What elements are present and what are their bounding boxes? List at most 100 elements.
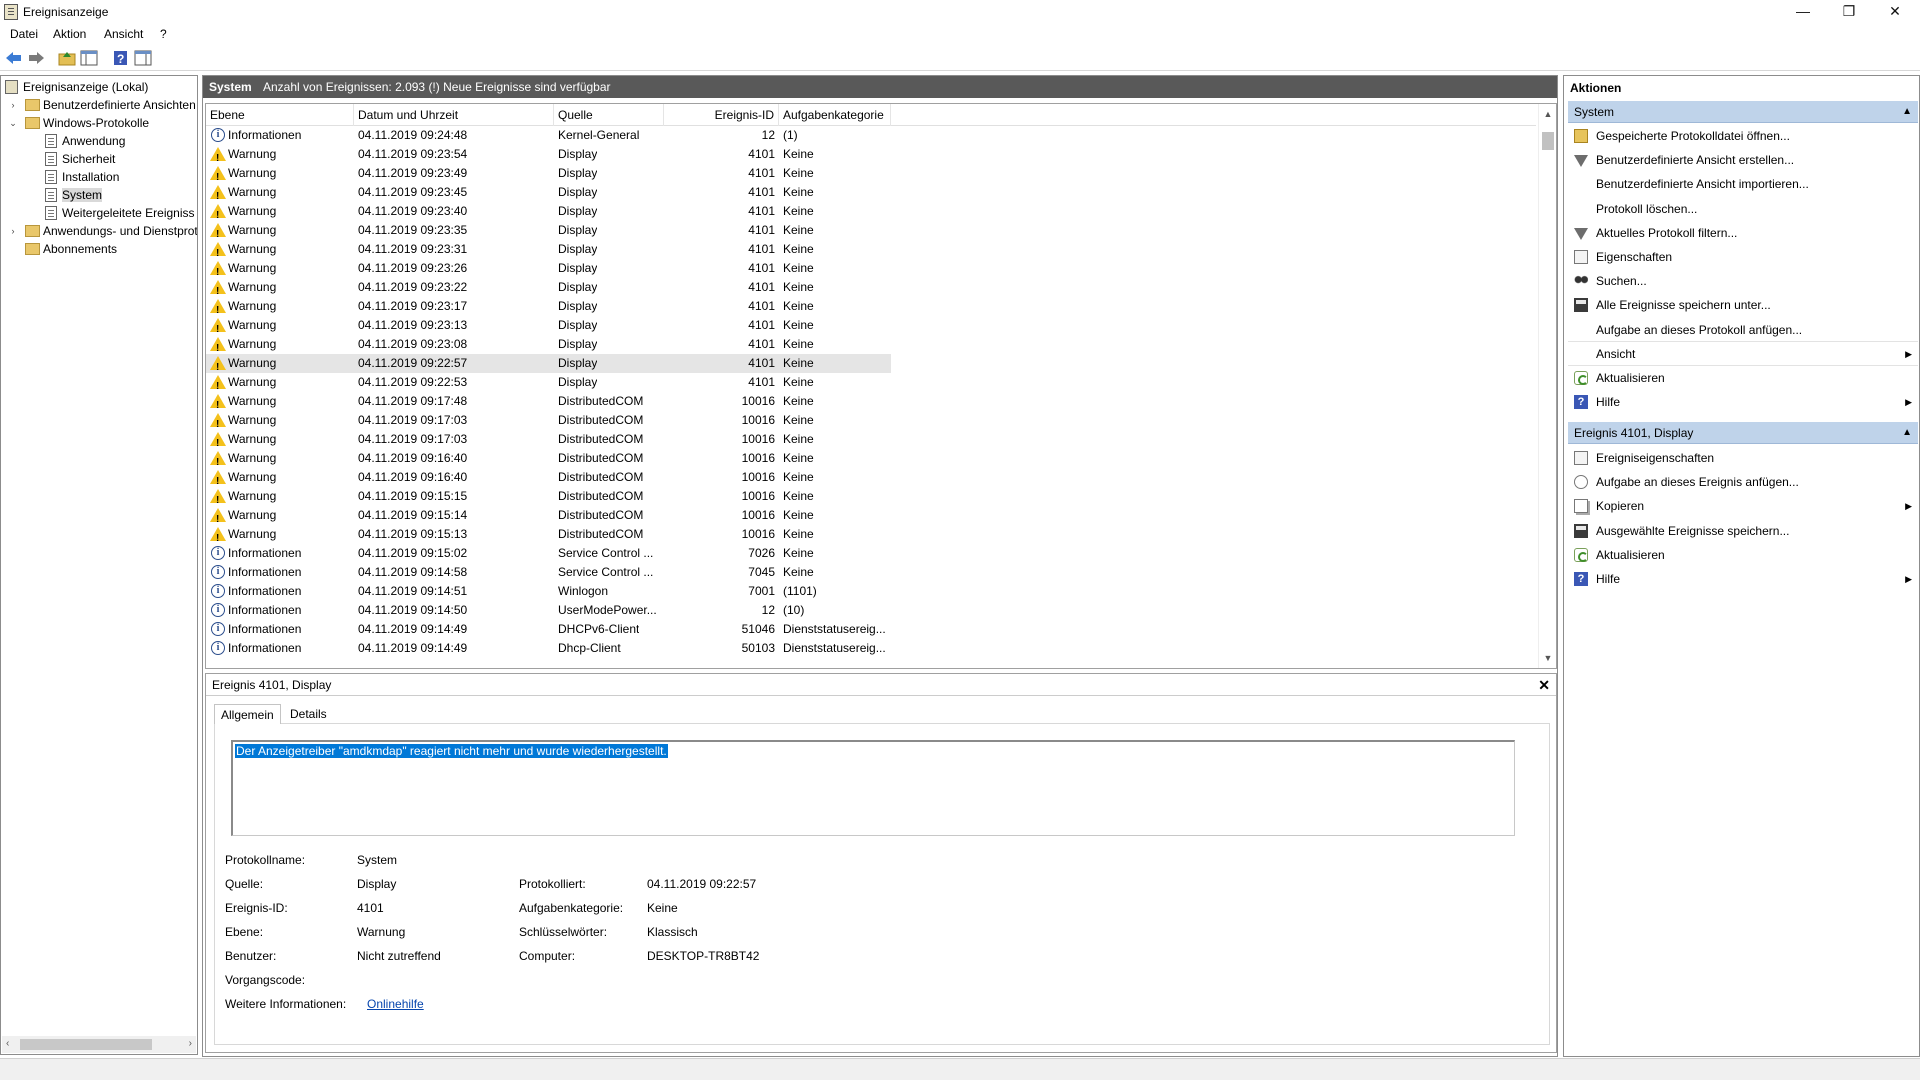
action-item[interactable]: ? Hilfe ▶ <box>1568 567 1918 591</box>
tab-general[interactable]: Allgemein <box>214 704 281 724</box>
action-item[interactable]: Aufgabe an dieses Ereignis anfügen... <box>1568 470 1918 494</box>
event-date: 04.11.2019 09:15:02 <box>358 546 468 560</box>
actions-section-system[interactable]: System ▲ <box>1568 101 1918 123</box>
scroll-left-icon[interactable]: ‹ <box>6 1038 9 1049</box>
action-item[interactable]: Alle Ereignisse speichern unter... <box>1568 293 1918 317</box>
event-row[interactable]: Warnung 04.11.2019 09:23:13 Display 4101 Kei… <box>206 316 891 339</box>
vertical-scrollbar[interactable]: ▲ ▼ <box>1538 104 1556 668</box>
tree-log-system[interactable]: System <box>45 186 103 204</box>
action-item[interactable]: ? Hilfe ▶ <box>1568 390 1918 414</box>
event-task-category: Keine <box>783 508 814 522</box>
collapse-arrow-icon[interactable]: ⌄ <box>8 114 18 132</box>
expand-arrow-icon[interactable]: › <box>8 96 18 114</box>
horizontal-scrollbar[interactable]: ‹ › <box>2 1036 196 1053</box>
action-item[interactable]: Kopieren ▶ <box>1568 494 1918 518</box>
tree-root[interactable]: Ereignisanzeige (Lokal) <box>5 78 148 96</box>
event-row[interactable]: Warnung 04.11.2019 09:23:54 Display 4101 Kei… <box>206 145 891 168</box>
close-button[interactable]: ✕ <box>1872 0 1918 24</box>
event-row[interactable]: i Informationen 04.11.2019 09:15:02 Service… <box>206 544 891 563</box>
event-row[interactable]: Warnung 04.11.2019 09:17:03 DistributedCOM… <box>206 430 891 453</box>
action-item[interactable]: Ausgewählte Ereignisse speichern... <box>1568 519 1918 543</box>
menu-help[interactable]: ? <box>160 27 167 41</box>
show-hide-action-pane-icon[interactable] <box>134 50 152 66</box>
event-row[interactable]: Warnung 04.11.2019 09:15:13 DistributedCOM… <box>206 525 891 548</box>
column-header-event-id[interactable]: Ereignis-ID <box>664 104 779 126</box>
tree-log-sicherheit[interactable]: Sicherheit <box>45 150 115 168</box>
scroll-up-icon[interactable]: ▲ <box>1542 108 1554 120</box>
up-folder-icon[interactable] <box>58 50 76 66</box>
tab-details[interactable]: Details <box>284 704 333 724</box>
scrollbar-thumb[interactable] <box>1542 132 1554 150</box>
collapse-up-icon[interactable]: ▲ <box>1902 422 1912 444</box>
scroll-down-icon[interactable]: ▼ <box>1542 652 1554 664</box>
scroll-right-icon[interactable]: › <box>189 1038 192 1049</box>
menu-datei[interactable]: Datei <box>10 27 38 41</box>
action-item[interactable]: Eigenschaften <box>1568 245 1918 269</box>
column-header-date[interactable]: Datum und Uhrzeit <box>354 104 554 126</box>
tree-windows-logs[interactable]: Windows-Protokolle <box>25 114 149 132</box>
field-value-computer: DESKTOP-TR8BT42 <box>647 949 760 963</box>
menu-ansicht[interactable]: Ansicht <box>104 27 143 41</box>
folder-icon <box>25 99 40 111</box>
action-item[interactable]: Benutzerdefinierte Ansicht erstellen... <box>1568 148 1918 172</box>
column-header-source[interactable]: Quelle <box>554 104 664 126</box>
column-header-task-category[interactable]: Aufgabenkategorie <box>779 104 891 126</box>
event-list: Ebene Datum und Uhrzeit Quelle Ereignis-… <box>205 103 1557 669</box>
event-row[interactable]: Warnung 04.11.2019 09:22:57 Display 4101 Kei… <box>206 354 891 377</box>
action-item[interactable]: Protokoll löschen... <box>1568 197 1918 221</box>
event-row[interactable]: Warnung 04.11.2019 09:17:48 DistributedCOM… <box>206 392 891 415</box>
event-row[interactable]: Warnung 04.11.2019 09:23:45 Display 4101 Kei… <box>206 183 891 206</box>
close-icon[interactable]: ✕ <box>1538 674 1550 696</box>
event-row[interactable]: Warnung 04.11.2019 09:23:22 Display 4101 Kei… <box>206 278 891 301</box>
tree-custom-views[interactable]: Benutzerdefinierte Ansichten <box>25 96 196 114</box>
event-message[interactable]: Der Anzeigetreiber "amdkmdap" reagiert n… <box>235 744 668 758</box>
event-row[interactable]: Warnung 04.11.2019 09:22:53 Display 4101 Kei… <box>206 373 891 396</box>
action-item[interactable]: Gespeicherte Protokolldatei öffnen... <box>1568 124 1918 148</box>
scrollbar-thumb[interactable] <box>20 1039 152 1050</box>
action-item[interactable]: Aufgabe an dieses Protokoll anfügen... <box>1568 318 1918 342</box>
collapse-up-icon[interactable]: ▲ <box>1902 101 1912 123</box>
menu-aktion[interactable]: Aktion <box>53 27 86 41</box>
show-hide-tree-icon[interactable] <box>80 50 98 66</box>
action-item[interactable]: Aktualisieren <box>1568 366 1918 390</box>
tree-app-service-logs[interactable]: Anwendungs- und Dienstprotokolle <box>25 222 197 240</box>
action-item[interactable]: Suchen... <box>1568 269 1918 293</box>
tree-log-installation[interactable]: Installation <box>45 168 119 186</box>
actions-section-event[interactable]: Ereignis 4101, Display ▲ <box>1568 422 1918 444</box>
help-icon[interactable]: ? <box>112 50 130 66</box>
event-row[interactable]: Warnung 04.11.2019 09:17:03 DistributedCOM… <box>206 411 891 434</box>
tree-log-anwendung[interactable]: Anwendung <box>45 132 125 150</box>
online-help-link[interactable]: Onlinehilfe <box>367 997 424 1011</box>
event-row[interactable]: Warnung 04.11.2019 09:23:26 Display 4101 Kei… <box>206 259 891 282</box>
event-row[interactable]: i Informationen 04.11.2019 09:14:50 UserMod… <box>206 601 891 620</box>
event-row[interactable]: Warnung 04.11.2019 09:23:35 Display 4101 Kei… <box>206 221 891 244</box>
back-icon[interactable] <box>5 50 23 66</box>
event-row[interactable]: Warnung 04.11.2019 09:23:31 Display 4101 Kei… <box>206 240 891 263</box>
event-row[interactable]: i Informationen 04.11.2019 09:24:48 Kernel-… <box>206 126 891 145</box>
event-row[interactable]: Warnung 04.11.2019 09:23:17 Display 4101 Kei… <box>206 297 891 320</box>
action-item[interactable]: Ereigniseigenschaften <box>1568 446 1918 470</box>
restore-button[interactable]: ❐ <box>1826 0 1872 24</box>
action-item[interactable]: Ansicht ▶ <box>1568 342 1918 366</box>
event-row[interactable]: Warnung 04.11.2019 09:23:40 Display 4101 Kei… <box>206 202 891 225</box>
event-row[interactable]: Warnung 04.11.2019 09:16:40 DistributedCOM… <box>206 449 891 472</box>
action-item[interactable]: Benutzerdefinierte Ansicht importieren..… <box>1568 172 1918 196</box>
event-message-box[interactable]: Der Anzeigetreiber "amdkmdap" reagiert n… <box>231 740 1515 836</box>
event-row[interactable]: Warnung 04.11.2019 09:16:40 DistributedCOM… <box>206 468 891 491</box>
event-row[interactable]: i Informationen 04.11.2019 09:14:51 Winlogo… <box>206 582 891 601</box>
forward-icon[interactable] <box>27 50 45 66</box>
tree-log-forwarded[interactable]: Weitergeleitete Ereignisse <box>45 204 195 222</box>
action-item[interactable]: Aktualisieren <box>1568 543 1918 567</box>
event-row[interactable]: Warnung 04.11.2019 09:23:08 Display 4101 Kei… <box>206 335 891 358</box>
expand-arrow-icon[interactable]: › <box>8 222 18 240</box>
minimize-button[interactable]: — <box>1780 0 1826 24</box>
event-row[interactable]: i Informationen 04.11.2019 09:14:58 Service… <box>206 563 891 582</box>
event-row[interactable]: Warnung 04.11.2019 09:15:14 DistributedCOM… <box>206 506 891 529</box>
event-row[interactable]: i Informationen 04.11.2019 09:14:49 DHCPv6-… <box>206 620 891 639</box>
tree-subscriptions[interactable]: Abonnements <box>25 240 117 258</box>
event-row[interactable]: Warnung 04.11.2019 09:23:49 Display 4101 Kei… <box>206 164 891 187</box>
column-header-level[interactable]: Ebene <box>206 104 354 126</box>
event-row[interactable]: i Informationen 04.11.2019 09:14:49 Dhcp-Cl… <box>206 639 891 658</box>
event-row[interactable]: Warnung 04.11.2019 09:15:15 DistributedCOM… <box>206 487 891 510</box>
action-item[interactable]: Aktuelles Protokoll filtern... <box>1568 221 1918 245</box>
